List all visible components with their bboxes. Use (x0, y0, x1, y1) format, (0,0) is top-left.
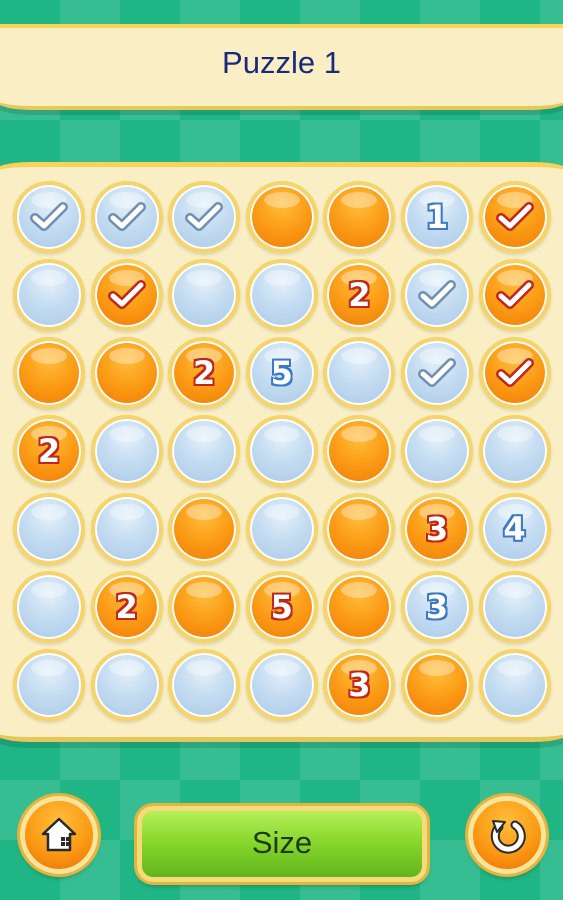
cell-number: 3 (425, 588, 449, 626)
puzzle-cell[interactable] (478, 415, 551, 487)
puzzle-cell[interactable] (245, 415, 318, 487)
check-icon (107, 202, 146, 231)
home-button[interactable] (20, 796, 98, 874)
cell-number: 1 (425, 198, 449, 236)
puzzle-cell[interactable] (478, 649, 551, 721)
cell-number: 5 (270, 354, 293, 392)
restart-button[interactable] (468, 796, 546, 874)
puzzle-cell[interactable] (323, 493, 396, 565)
puzzle-cell[interactable] (168, 571, 241, 643)
puzzle-cell[interactable] (323, 337, 396, 409)
check-icon (107, 280, 146, 309)
puzzle-cell[interactable] (245, 493, 318, 565)
puzzle-cell[interactable] (323, 415, 396, 487)
puzzle-cell[interactable] (400, 337, 473, 409)
home-icon (41, 817, 77, 852)
check-icon (417, 280, 456, 309)
cell-number: 5 (270, 588, 293, 626)
puzzle-grid: 1 2 2 5 2 3 4 2 5 3 3 (13, 181, 553, 723)
page-title: Puzzle 1 (222, 45, 341, 80)
puzzle-cell[interactable] (90, 415, 163, 487)
puzzle-cell[interactable] (478, 337, 551, 409)
cell-number: 4 (503, 510, 526, 548)
cell-number: 2 (348, 276, 371, 314)
puzzle-cell[interactable] (245, 259, 318, 331)
puzzle-cell[interactable] (245, 181, 318, 253)
puzzle-cell[interactable]: 5 (245, 337, 318, 409)
puzzle-cell[interactable] (13, 181, 85, 253)
puzzle-cell[interactable]: 2 (168, 337, 241, 409)
check-icon (417, 358, 456, 387)
puzzle-cell[interactable]: 3 (323, 649, 396, 721)
puzzle-cell[interactable] (168, 649, 241, 721)
puzzle-cell[interactable] (168, 181, 241, 253)
puzzle-cell[interactable] (478, 259, 551, 331)
puzzle-cell[interactable] (323, 181, 396, 253)
check-icon (495, 280, 534, 309)
cell-number: 2 (193, 354, 216, 392)
restart-icon (490, 820, 526, 854)
puzzle-cell[interactable] (90, 649, 163, 721)
puzzle-cell[interactable] (245, 649, 318, 721)
puzzle-cell[interactable]: 5 (245, 571, 318, 643)
puzzle-cell[interactable] (90, 493, 163, 565)
puzzle-cell[interactable] (13, 571, 85, 643)
puzzle-cell[interactable] (400, 649, 473, 721)
puzzle-cell[interactable] (478, 181, 551, 253)
puzzle-cell[interactable] (90, 181, 163, 253)
puzzle-cell[interactable] (168, 493, 241, 565)
puzzle-cell[interactable] (13, 493, 85, 565)
puzzle-cell[interactable] (13, 649, 85, 721)
puzzle-cell[interactable]: 4 (478, 493, 551, 565)
puzzle-cell[interactable]: 2 (90, 571, 163, 643)
puzzle-cell[interactable] (400, 415, 473, 487)
check-icon (495, 358, 534, 387)
size-button-label: Size (251, 825, 313, 860)
size-button[interactable]: Size (137, 806, 427, 882)
puzzle-cell[interactable] (90, 337, 163, 409)
cell-number: 3 (348, 666, 371, 704)
check-icon (30, 202, 68, 231)
puzzle-cell[interactable]: 3 (400, 493, 473, 565)
check-icon (495, 202, 534, 231)
puzzle-cell[interactable]: 2 (323, 259, 396, 331)
puzzle-cell[interactable]: 3 (400, 571, 473, 643)
cell-number: 2 (37, 432, 61, 470)
puzzle-cell[interactable] (13, 259, 85, 331)
puzzle-cell[interactable] (478, 571, 551, 643)
puzzle-cell[interactable]: 1 (400, 181, 473, 253)
puzzle-cell[interactable] (168, 415, 241, 487)
check-icon (185, 202, 224, 231)
puzzle-cell[interactable] (168, 259, 241, 331)
puzzle-cell[interactable] (13, 337, 85, 409)
puzzle-cell[interactable] (323, 571, 396, 643)
cell-number: 2 (115, 588, 138, 626)
cell-number: 3 (425, 510, 449, 548)
puzzle-cell[interactable] (400, 259, 473, 331)
puzzle-cell[interactable]: 2 (13, 415, 85, 487)
puzzle-cell[interactable] (90, 259, 163, 331)
